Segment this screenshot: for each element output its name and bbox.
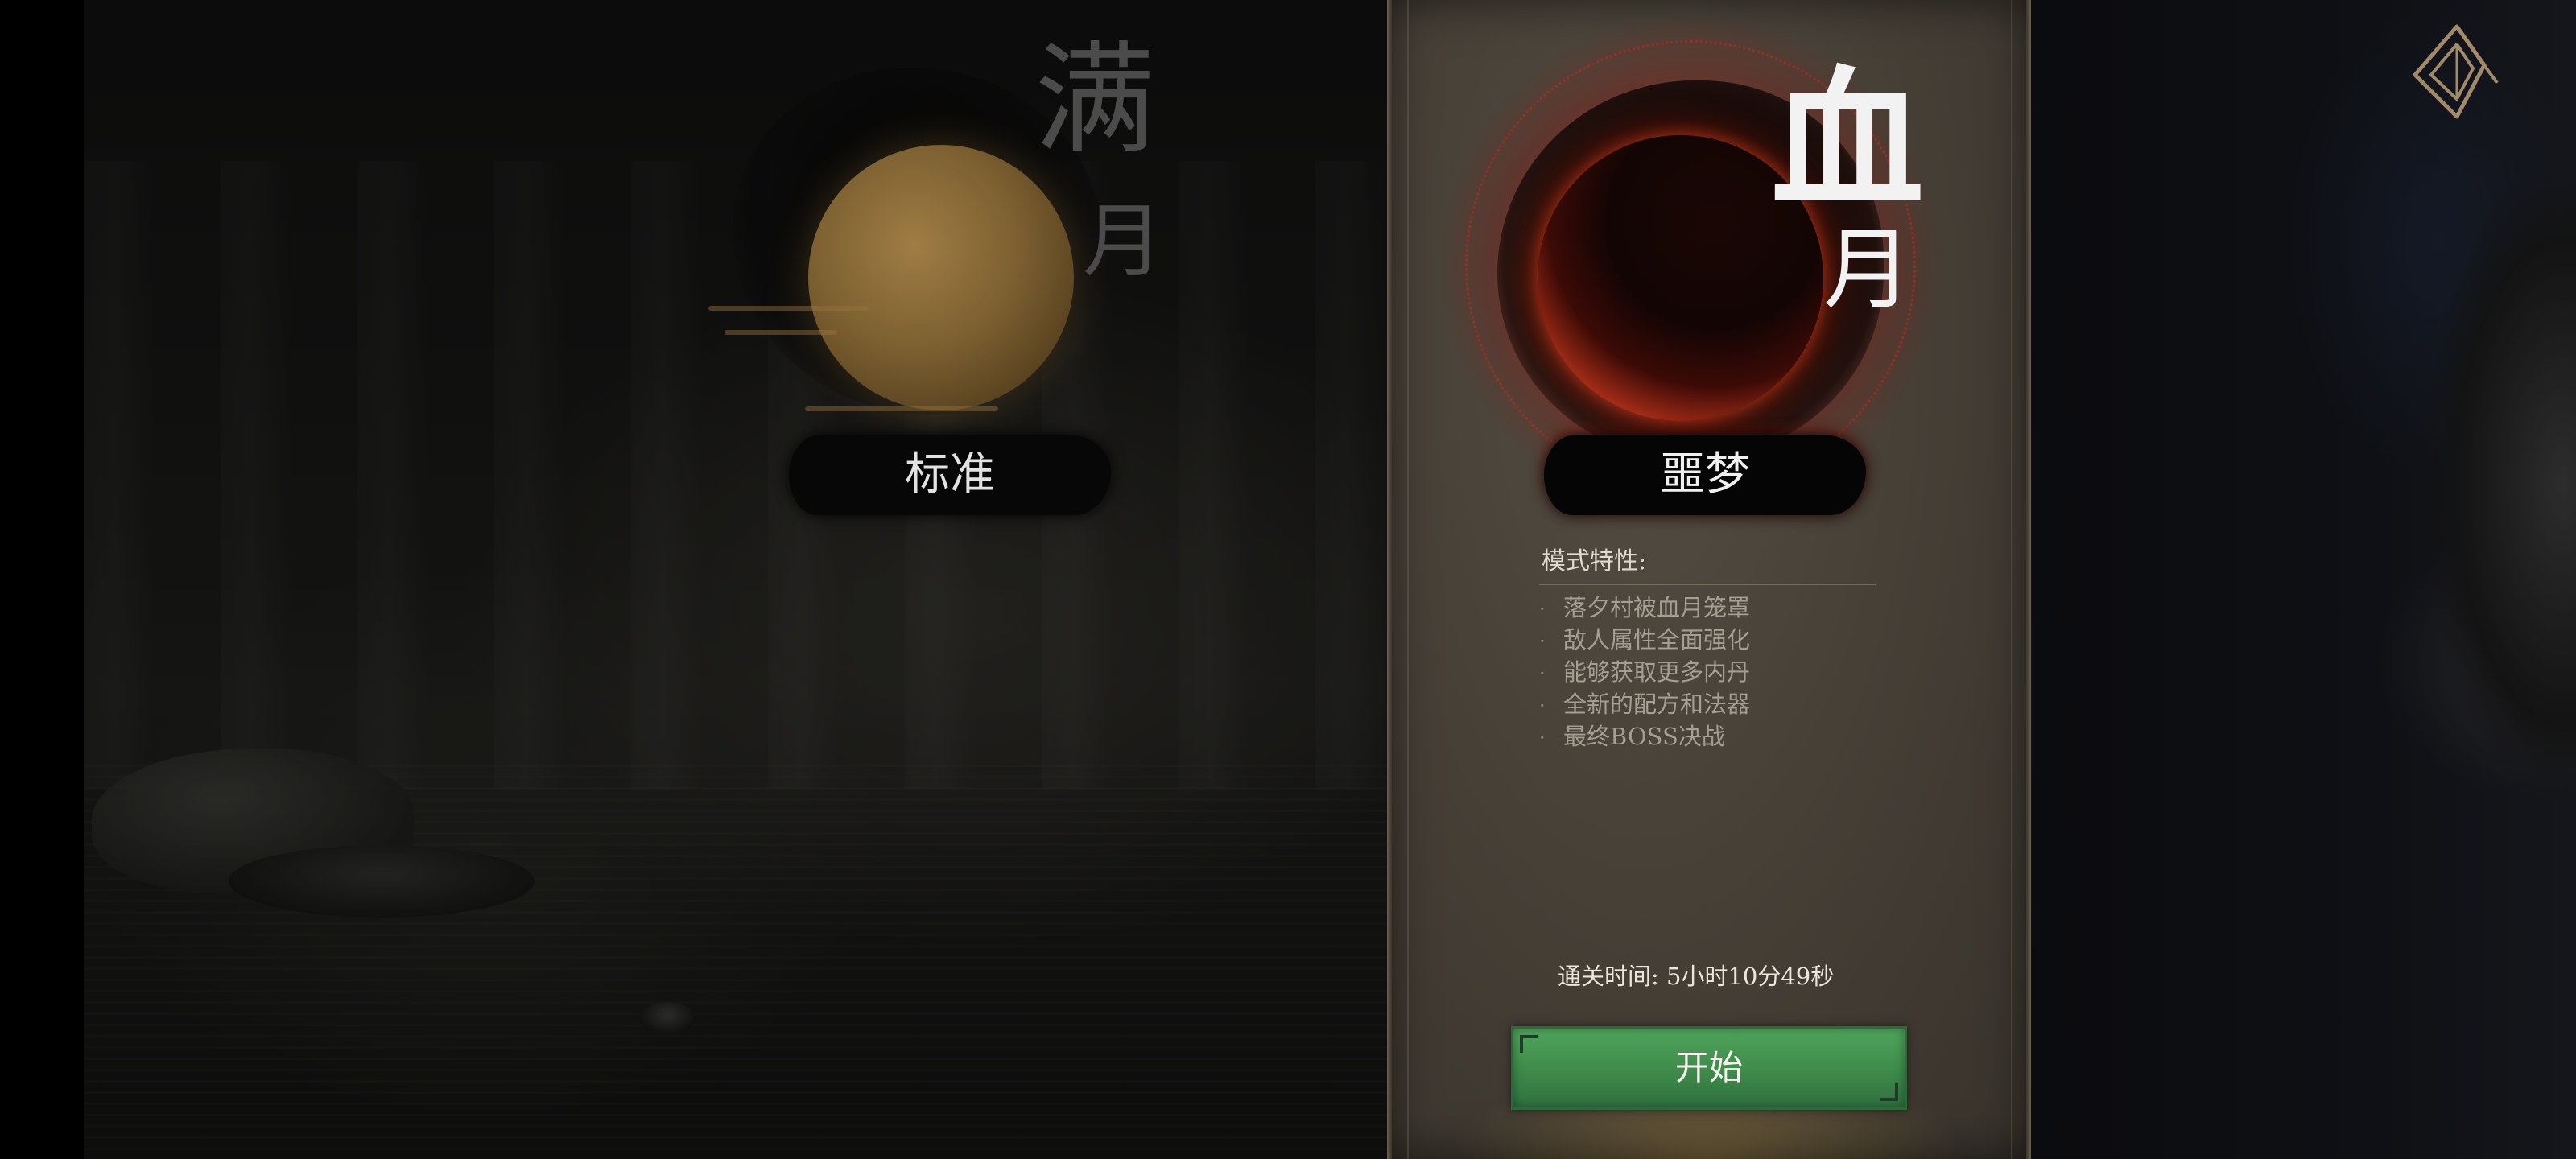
list-item: · 最终BOSS决战 (1539, 720, 1750, 753)
cloud-decoration (805, 406, 998, 411)
mode-label-standard[interactable]: 标准 (789, 435, 1111, 515)
moon-calligraphy-title: 满 (1034, 31, 1155, 171)
feature-text: 敌人属性全面强化 (1563, 626, 1751, 654)
list-item: · 敌人属性全面强化 (1539, 624, 1750, 656)
list-item: · 能够获取更多内丹 (1539, 656, 1750, 688)
bullet-icon: · (1539, 630, 1546, 653)
background-dim-overlay (84, 0, 2576, 1159)
bullet-icon: · (1539, 695, 1546, 717)
list-item: · 全新的配方和法器 (1539, 688, 1750, 720)
start-button[interactable]: 开始 (1511, 1026, 1907, 1110)
clear-time-label: 通关时间: (1558, 963, 1659, 990)
bullet-icon: · (1539, 727, 1546, 749)
panel-border-left (1387, 0, 1392, 1159)
mode-label-nightmare[interactable]: 噩梦 (1544, 435, 1866, 515)
features-divider (1539, 584, 1876, 585)
features-heading: 模式特性: (1542, 547, 1647, 575)
feature-text: 能够获取更多内丹 (1563, 658, 1751, 686)
feature-text: 最终BOSS决战 (1563, 723, 1725, 750)
cloud-decoration (724, 330, 837, 335)
panel-border-right (2026, 0, 2031, 1159)
back-button[interactable] (2407, 20, 2504, 125)
bullet-icon: · (1539, 598, 1546, 621)
game-scene-background (84, 0, 2576, 1159)
feature-text: 全新的配方和法器 (1563, 691, 1751, 718)
cloud-decoration (708, 306, 869, 311)
list-item: · 落夕村被血月笼罩 (1539, 592, 1750, 624)
moon-calligraphy-subtitle: 月 (1083, 194, 1163, 288)
panel-inner-line (2011, 0, 2013, 1159)
back-diamond-icon (2413, 24, 2499, 119)
clear-time: 通关时间: 5小时10分49秒 (1558, 958, 1834, 992)
bullet-icon: · (1539, 662, 1546, 685)
moon-calligraphy-subtitle: 月 (1823, 218, 1912, 321)
feature-text: 落夕村被血月笼罩 (1563, 594, 1751, 621)
full-moon-icon (808, 145, 1074, 410)
moon-calligraphy-title: 血 (1770, 51, 1924, 230)
features-list: · 落夕村被血月笼罩 · 敌人属性全面强化 · 能够获取更多内丹 · 全新的配方和法器 … (1539, 592, 1750, 753)
start-button-label: 开始 (1674, 1048, 1743, 1087)
clear-time-value: 5小时10分49秒 (1666, 963, 1835, 990)
panel-inner-line (1407, 0, 1409, 1159)
